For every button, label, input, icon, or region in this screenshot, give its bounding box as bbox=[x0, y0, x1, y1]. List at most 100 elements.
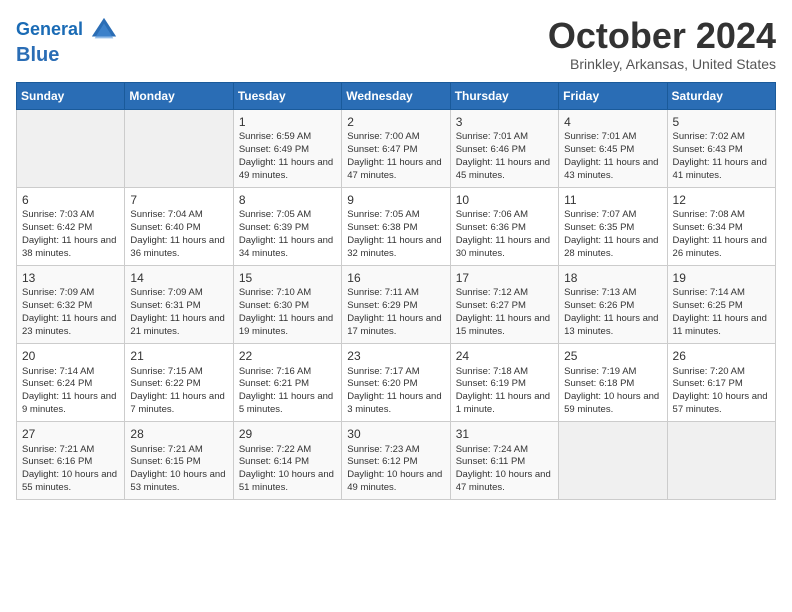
day-info: Sunrise: 7:07 AMSunset: 6:35 PMDaylight:… bbox=[564, 209, 661, 260]
day-number: 6 bbox=[22, 192, 119, 209]
column-header-saturday: Saturday bbox=[667, 82, 775, 109]
day-number: 18 bbox=[564, 270, 661, 287]
day-number: 28 bbox=[130, 426, 227, 443]
page-header: General Blue October 2024 Brinkley, Arka… bbox=[16, 16, 776, 72]
day-info: Sunrise: 7:10 AMSunset: 6:30 PMDaylight:… bbox=[239, 287, 336, 338]
day-number: 14 bbox=[130, 270, 227, 287]
day-info: Sunrise: 7:09 AMSunset: 6:32 PMDaylight:… bbox=[22, 287, 119, 338]
day-info: Sunrise: 7:22 AMSunset: 6:14 PMDaylight:… bbox=[239, 444, 336, 495]
calendar-cell: 20Sunrise: 7:14 AMSunset: 6:24 PMDayligh… bbox=[17, 343, 125, 421]
calendar-cell: 26Sunrise: 7:20 AMSunset: 6:17 PMDayligh… bbox=[667, 343, 775, 421]
title-block: October 2024 Brinkley, Arkansas, United … bbox=[548, 16, 776, 72]
calendar-cell: 25Sunrise: 7:19 AMSunset: 6:18 PMDayligh… bbox=[559, 343, 667, 421]
logo-general: General bbox=[16, 19, 83, 39]
day-info: Sunrise: 7:21 AMSunset: 6:16 PMDaylight:… bbox=[22, 444, 119, 495]
logo: General Blue bbox=[16, 16, 118, 66]
day-info: Sunrise: 7:23 AMSunset: 6:12 PMDaylight:… bbox=[347, 444, 444, 495]
calendar-table: SundayMondayTuesdayWednesdayThursdayFrid… bbox=[16, 82, 776, 500]
column-header-sunday: Sunday bbox=[17, 82, 125, 109]
day-number: 17 bbox=[456, 270, 553, 287]
calendar-cell: 14Sunrise: 7:09 AMSunset: 6:31 PMDayligh… bbox=[125, 265, 233, 343]
day-number: 20 bbox=[22, 348, 119, 365]
day-info: Sunrise: 7:14 AMSunset: 6:24 PMDaylight:… bbox=[22, 366, 119, 417]
day-info: Sunrise: 7:00 AMSunset: 6:47 PMDaylight:… bbox=[347, 131, 444, 182]
day-number: 10 bbox=[456, 192, 553, 209]
week-row-5: 27Sunrise: 7:21 AMSunset: 6:16 PMDayligh… bbox=[17, 421, 776, 499]
calendar-cell: 30Sunrise: 7:23 AMSunset: 6:12 PMDayligh… bbox=[342, 421, 450, 499]
day-info: Sunrise: 7:06 AMSunset: 6:36 PMDaylight:… bbox=[456, 209, 553, 260]
day-number: 26 bbox=[673, 348, 770, 365]
calendar-cell: 12Sunrise: 7:08 AMSunset: 6:34 PMDayligh… bbox=[667, 187, 775, 265]
location: Brinkley, Arkansas, United States bbox=[548, 56, 776, 72]
day-number: 19 bbox=[673, 270, 770, 287]
week-row-3: 13Sunrise: 7:09 AMSunset: 6:32 PMDayligh… bbox=[17, 265, 776, 343]
calendar-cell: 22Sunrise: 7:16 AMSunset: 6:21 PMDayligh… bbox=[233, 343, 341, 421]
month-title: October 2024 bbox=[548, 16, 776, 56]
day-number: 4 bbox=[564, 114, 661, 131]
day-info: Sunrise: 7:01 AMSunset: 6:46 PMDaylight:… bbox=[456, 131, 553, 182]
day-info: Sunrise: 6:59 AMSunset: 6:49 PMDaylight:… bbox=[239, 131, 336, 182]
day-number: 21 bbox=[130, 348, 227, 365]
day-number: 27 bbox=[22, 426, 119, 443]
calendar-cell: 9Sunrise: 7:05 AMSunset: 6:38 PMDaylight… bbox=[342, 187, 450, 265]
calendar-cell: 23Sunrise: 7:17 AMSunset: 6:20 PMDayligh… bbox=[342, 343, 450, 421]
day-number: 3 bbox=[456, 114, 553, 131]
day-info: Sunrise: 7:19 AMSunset: 6:18 PMDaylight:… bbox=[564, 366, 661, 417]
calendar-cell: 3Sunrise: 7:01 AMSunset: 6:46 PMDaylight… bbox=[450, 109, 558, 187]
day-number: 12 bbox=[673, 192, 770, 209]
day-info: Sunrise: 7:21 AMSunset: 6:15 PMDaylight:… bbox=[130, 444, 227, 495]
calendar-cell: 8Sunrise: 7:05 AMSunset: 6:39 PMDaylight… bbox=[233, 187, 341, 265]
day-number: 5 bbox=[673, 114, 770, 131]
day-number: 9 bbox=[347, 192, 444, 209]
calendar-body: 1Sunrise: 6:59 AMSunset: 6:49 PMDaylight… bbox=[17, 109, 776, 499]
day-info: Sunrise: 7:13 AMSunset: 6:26 PMDaylight:… bbox=[564, 287, 661, 338]
calendar-cell: 13Sunrise: 7:09 AMSunset: 6:32 PMDayligh… bbox=[17, 265, 125, 343]
day-number: 25 bbox=[564, 348, 661, 365]
calendar-cell: 28Sunrise: 7:21 AMSunset: 6:15 PMDayligh… bbox=[125, 421, 233, 499]
calendar-cell: 10Sunrise: 7:06 AMSunset: 6:36 PMDayligh… bbox=[450, 187, 558, 265]
day-info: Sunrise: 7:08 AMSunset: 6:34 PMDaylight:… bbox=[673, 209, 770, 260]
calendar-cell bbox=[17, 109, 125, 187]
calendar-cell: 4Sunrise: 7:01 AMSunset: 6:45 PMDaylight… bbox=[559, 109, 667, 187]
calendar-cell: 31Sunrise: 7:24 AMSunset: 6:11 PMDayligh… bbox=[450, 421, 558, 499]
calendar-cell: 21Sunrise: 7:15 AMSunset: 6:22 PMDayligh… bbox=[125, 343, 233, 421]
calendar-cell bbox=[667, 421, 775, 499]
day-info: Sunrise: 7:18 AMSunset: 6:19 PMDaylight:… bbox=[456, 366, 553, 417]
day-number: 1 bbox=[239, 114, 336, 131]
day-info: Sunrise: 7:01 AMSunset: 6:45 PMDaylight:… bbox=[564, 131, 661, 182]
calendar-cell: 29Sunrise: 7:22 AMSunset: 6:14 PMDayligh… bbox=[233, 421, 341, 499]
calendar-cell: 1Sunrise: 6:59 AMSunset: 6:49 PMDaylight… bbox=[233, 109, 341, 187]
day-info: Sunrise: 7:05 AMSunset: 6:39 PMDaylight:… bbox=[239, 209, 336, 260]
day-info: Sunrise: 7:17 AMSunset: 6:20 PMDaylight:… bbox=[347, 366, 444, 417]
day-number: 16 bbox=[347, 270, 444, 287]
day-info: Sunrise: 7:16 AMSunset: 6:21 PMDaylight:… bbox=[239, 366, 336, 417]
day-info: Sunrise: 7:24 AMSunset: 6:11 PMDaylight:… bbox=[456, 444, 553, 495]
column-header-tuesday: Tuesday bbox=[233, 82, 341, 109]
calendar-cell: 15Sunrise: 7:10 AMSunset: 6:30 PMDayligh… bbox=[233, 265, 341, 343]
day-info: Sunrise: 7:12 AMSunset: 6:27 PMDaylight:… bbox=[456, 287, 553, 338]
day-number: 24 bbox=[456, 348, 553, 365]
week-row-4: 20Sunrise: 7:14 AMSunset: 6:24 PMDayligh… bbox=[17, 343, 776, 421]
logo-icon bbox=[90, 16, 118, 44]
calendar-cell: 18Sunrise: 7:13 AMSunset: 6:26 PMDayligh… bbox=[559, 265, 667, 343]
calendar-cell: 24Sunrise: 7:18 AMSunset: 6:19 PMDayligh… bbox=[450, 343, 558, 421]
day-info: Sunrise: 7:03 AMSunset: 6:42 PMDaylight:… bbox=[22, 209, 119, 260]
column-header-thursday: Thursday bbox=[450, 82, 558, 109]
day-number: 31 bbox=[456, 426, 553, 443]
day-number: 13 bbox=[22, 270, 119, 287]
calendar-cell: 5Sunrise: 7:02 AMSunset: 6:43 PMDaylight… bbox=[667, 109, 775, 187]
day-info: Sunrise: 7:15 AMSunset: 6:22 PMDaylight:… bbox=[130, 366, 227, 417]
week-row-1: 1Sunrise: 6:59 AMSunset: 6:49 PMDaylight… bbox=[17, 109, 776, 187]
calendar-cell bbox=[125, 109, 233, 187]
day-info: Sunrise: 7:20 AMSunset: 6:17 PMDaylight:… bbox=[673, 366, 770, 417]
day-number: 23 bbox=[347, 348, 444, 365]
calendar-cell: 7Sunrise: 7:04 AMSunset: 6:40 PMDaylight… bbox=[125, 187, 233, 265]
column-header-friday: Friday bbox=[559, 82, 667, 109]
day-number: 8 bbox=[239, 192, 336, 209]
calendar-cell: 17Sunrise: 7:12 AMSunset: 6:27 PMDayligh… bbox=[450, 265, 558, 343]
calendar-cell: 11Sunrise: 7:07 AMSunset: 6:35 PMDayligh… bbox=[559, 187, 667, 265]
column-header-wednesday: Wednesday bbox=[342, 82, 450, 109]
calendar-cell: 6Sunrise: 7:03 AMSunset: 6:42 PMDaylight… bbox=[17, 187, 125, 265]
week-row-2: 6Sunrise: 7:03 AMSunset: 6:42 PMDaylight… bbox=[17, 187, 776, 265]
day-info: Sunrise: 7:05 AMSunset: 6:38 PMDaylight:… bbox=[347, 209, 444, 260]
